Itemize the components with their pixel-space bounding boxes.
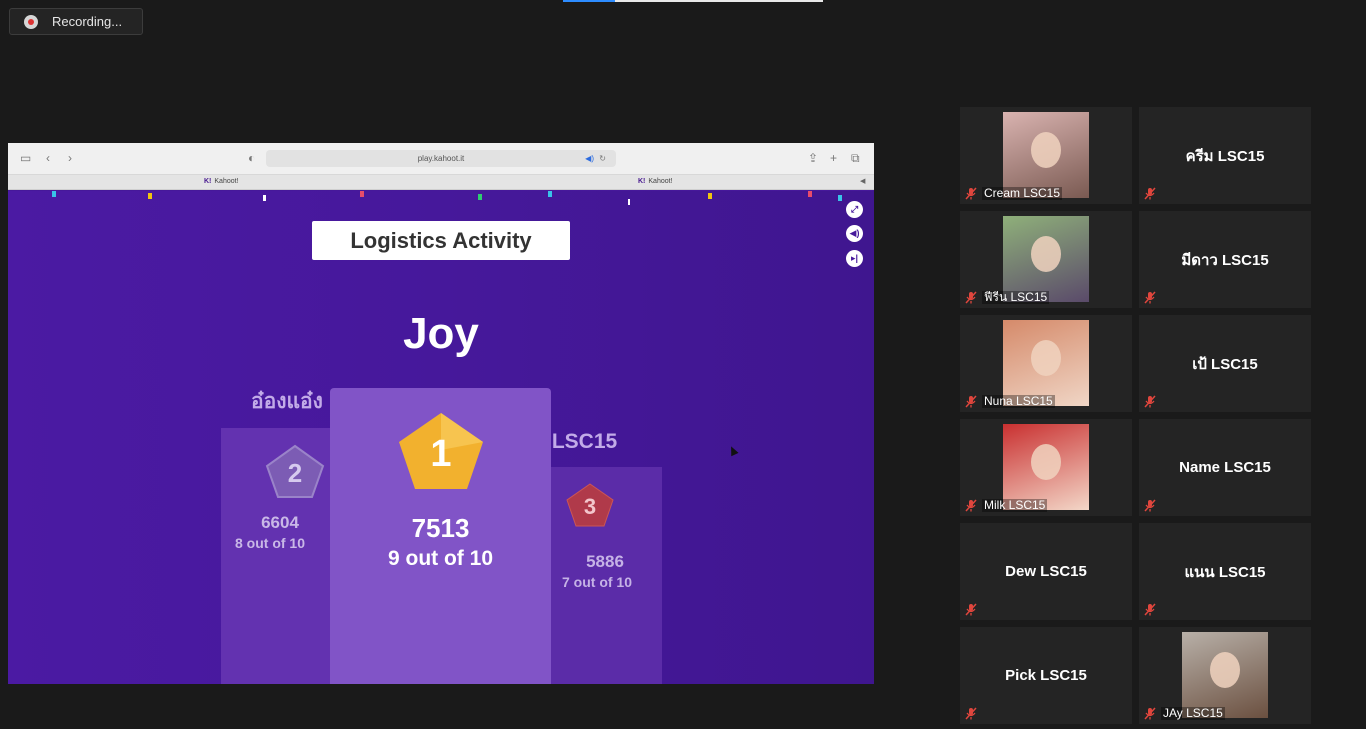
third-place-score: 5886 [586, 552, 624, 571]
kahoot-podium-screen: Logistics Activity ⤢ ◀) ▸| Joy อ๋องแอ๋ง … [8, 191, 874, 684]
mic-muted-icon [1144, 603, 1156, 616]
first-place-result: 9 out of 10 [387, 547, 493, 570]
quiz-title: Logistics Activity [312, 221, 570, 260]
participant-tile[interactable]: มีดาว LSC15 [1139, 211, 1311, 308]
participant-name: Cream LSC15 [982, 186, 1063, 200]
mic-muted-icon [965, 395, 977, 408]
third-place-result: 7 out of 10 [561, 574, 632, 590]
audio-icon[interactable]: ◀) [585, 150, 594, 167]
record-icon [24, 14, 38, 29]
first-place-score: 7513 [411, 513, 470, 543]
sidebar-icon[interactable]: ▭ [20, 151, 31, 165]
tab-audio-icon[interactable]: ◀ [860, 175, 865, 189]
participant-tile[interactable]: ครีม LSC15 [1139, 107, 1311, 204]
mic-muted-icon [965, 291, 977, 304]
mic-muted-icon [1144, 187, 1156, 200]
participant-name: ฟีรีน LSC15 [982, 290, 1050, 304]
second-place-podium: 2 6604 8 out of 10 [221, 428, 339, 684]
participant-name: เป้ LSC15 [1192, 355, 1258, 373]
back-icon[interactable]: ‹ [46, 151, 50, 165]
participant-tile[interactable]: Name LSC15 [1139, 419, 1311, 516]
mouse-cursor-icon [727, 444, 739, 457]
share-indicator [563, 0, 823, 2]
reload-icon[interactable]: ↻ [599, 150, 606, 167]
first-place-podium: 1 7513 9 out of 10 [330, 388, 551, 684]
participant-name: Pick LSC15 [1005, 667, 1087, 684]
participant-name: JAy LSC15 [1161, 706, 1225, 720]
third-place-podium: 3 5886 7 out of 10 [548, 467, 662, 684]
mic-muted-icon [1144, 707, 1156, 720]
privacy-shield-icon[interactable]: ◐ [248, 151, 255, 165]
forward-icon[interactable]: › [68, 151, 72, 165]
svg-text:1: 1 [430, 433, 451, 475]
mic-muted-icon [1144, 395, 1156, 408]
recording-indicator[interactable]: Recording... [9, 8, 143, 35]
participant-name: Milk LSC15 [982, 498, 1048, 512]
participant-tile[interactable]: Milk LSC15 [960, 419, 1132, 516]
second-place-name: อ๋องแอ๋ง [251, 390, 323, 413]
participant-tile[interactable]: ฟีรีน LSC15 [960, 211, 1132, 308]
shared-screen: ▭ ‹ › ◐ play.kahoot.it ◀) ↻ ⇪ + ⧉ K! Kaho… [8, 143, 874, 684]
tab-kahoot-1[interactable]: K! Kahoot! [204, 175, 239, 189]
mic-muted-icon [965, 603, 977, 616]
second-place-result: 8 out of 10 [235, 535, 306, 551]
participant-tile[interactable]: Cream LSC15 [960, 107, 1132, 204]
participant-name: แนน LSC15 [1184, 563, 1266, 581]
mic-muted-icon [965, 499, 977, 512]
share-icon[interactable]: ⇪ [808, 151, 818, 165]
new-tab-icon[interactable]: + [830, 151, 837, 165]
participant-tile[interactable]: Nuna LSC15 [960, 315, 1132, 412]
tab-kahoot-2[interactable]: K! Kahoot! [638, 175, 673, 189]
participant-tile[interactable]: Pick LSC15 [960, 627, 1132, 724]
browser-toolbar: ▭ ‹ › ◐ play.kahoot.it ◀) ↻ ⇪ + ⧉ [8, 143, 874, 175]
svg-text:2: 2 [288, 458, 302, 488]
participant-tile[interactable]: แนน LSC15 [1139, 523, 1311, 620]
participant-name: ครีม LSC15 [1185, 147, 1265, 165]
skip-icon[interactable]: ▸| [846, 250, 863, 267]
mic-muted-icon [965, 187, 977, 200]
participant-name: Name LSC15 [1179, 459, 1271, 476]
browser-tabs: K! Kahoot! K! Kahoot! ◀ [8, 175, 874, 190]
recording-label: Recording... [52, 14, 123, 29]
participant-tile[interactable]: Dew LSC15 [960, 523, 1132, 620]
tabs-overview-icon[interactable]: ⧉ [851, 151, 860, 165]
participant-tile[interactable]: JAy LSC15 [1139, 627, 1311, 724]
second-place-score: 6604 [261, 513, 299, 532]
first-place-medal: 1 [396, 410, 486, 492]
address-bar[interactable]: play.kahoot.it ◀) ↻ [266, 150, 616, 167]
svg-text:3: 3 [584, 494, 596, 519]
volume-icon[interactable]: ◀) [846, 225, 863, 242]
participant-name: Dew LSC15 [1005, 563, 1087, 580]
mic-muted-icon [1144, 291, 1156, 304]
url-text: play.kahoot.it [417, 154, 465, 163]
participant-name: Nuna LSC15 [982, 394, 1055, 408]
third-place-medal: 3 [565, 482, 615, 528]
mic-muted-icon [1144, 499, 1156, 512]
winner-name: Joy [403, 309, 479, 358]
fullscreen-icon[interactable]: ⤢ [846, 201, 863, 218]
participant-tile[interactable]: เป้ LSC15 [1139, 315, 1311, 412]
second-place-medal: 2 [265, 444, 325, 499]
mic-muted-icon [965, 707, 977, 720]
participant-name: มีดาว LSC15 [1181, 251, 1269, 269]
